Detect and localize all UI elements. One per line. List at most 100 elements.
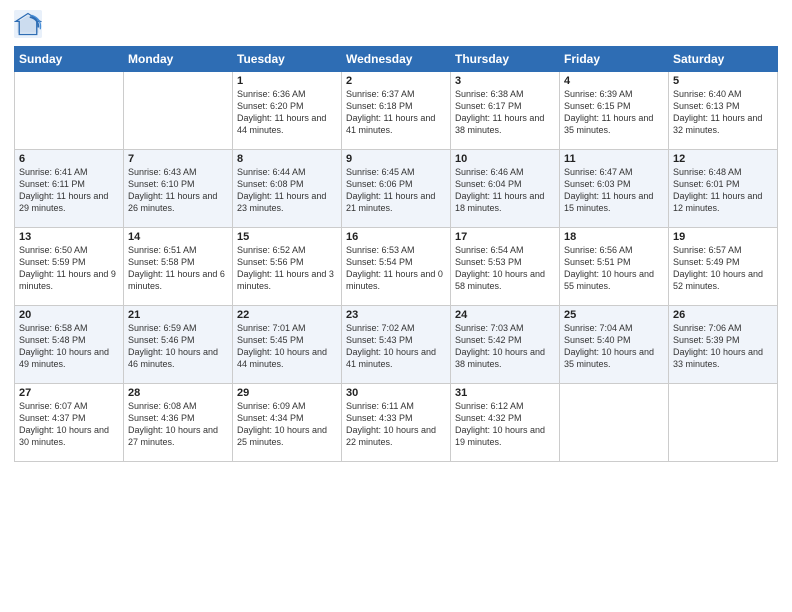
cell-info: Sunrise: 6:53 AM Sunset: 5:54 PM Dayligh… bbox=[346, 244, 446, 293]
day-number: 27 bbox=[19, 387, 119, 399]
cell-info: Sunrise: 6:54 AM Sunset: 5:53 PM Dayligh… bbox=[455, 244, 555, 293]
calendar-cell: 21Sunrise: 6:59 AM Sunset: 5:46 PM Dayli… bbox=[124, 306, 233, 384]
cell-info: Sunrise: 6:48 AM Sunset: 6:01 PM Dayligh… bbox=[673, 166, 773, 215]
cell-info: Sunrise: 6:44 AM Sunset: 6:08 PM Dayligh… bbox=[237, 166, 337, 215]
calendar-cell: 24Sunrise: 7:03 AM Sunset: 5:42 PM Dayli… bbox=[451, 306, 560, 384]
day-number: 31 bbox=[455, 387, 555, 399]
cell-info: Sunrise: 6:45 AM Sunset: 6:06 PM Dayligh… bbox=[346, 166, 446, 215]
day-number: 17 bbox=[455, 231, 555, 243]
weekday-header-friday: Friday bbox=[560, 47, 669, 72]
cell-info: Sunrise: 6:11 AM Sunset: 4:33 PM Dayligh… bbox=[346, 400, 446, 449]
weekday-header-tuesday: Tuesday bbox=[233, 47, 342, 72]
calendar-cell bbox=[124, 72, 233, 150]
logo bbox=[14, 10, 46, 38]
calendar-cell bbox=[669, 384, 778, 462]
cell-info: Sunrise: 6:37 AM Sunset: 6:18 PM Dayligh… bbox=[346, 88, 446, 137]
cell-info: Sunrise: 6:43 AM Sunset: 6:10 PM Dayligh… bbox=[128, 166, 228, 215]
day-number: 5 bbox=[673, 75, 773, 87]
calendar-cell: 19Sunrise: 6:57 AM Sunset: 5:49 PM Dayli… bbox=[669, 228, 778, 306]
cell-info: Sunrise: 6:12 AM Sunset: 4:32 PM Dayligh… bbox=[455, 400, 555, 449]
cell-info: Sunrise: 6:36 AM Sunset: 6:20 PM Dayligh… bbox=[237, 88, 337, 137]
day-number: 8 bbox=[237, 153, 337, 165]
weekday-header-saturday: Saturday bbox=[669, 47, 778, 72]
day-number: 15 bbox=[237, 231, 337, 243]
calendar-cell: 8Sunrise: 6:44 AM Sunset: 6:08 PM Daylig… bbox=[233, 150, 342, 228]
calendar-cell: 3Sunrise: 6:38 AM Sunset: 6:17 PM Daylig… bbox=[451, 72, 560, 150]
calendar-cell: 22Sunrise: 7:01 AM Sunset: 5:45 PM Dayli… bbox=[233, 306, 342, 384]
day-number: 9 bbox=[346, 153, 446, 165]
cell-info: Sunrise: 6:08 AM Sunset: 4:36 PM Dayligh… bbox=[128, 400, 228, 449]
day-number: 25 bbox=[564, 309, 664, 321]
day-number: 6 bbox=[19, 153, 119, 165]
calendar-cell: 20Sunrise: 6:58 AM Sunset: 5:48 PM Dayli… bbox=[15, 306, 124, 384]
day-number: 13 bbox=[19, 231, 119, 243]
weekday-header-thursday: Thursday bbox=[451, 47, 560, 72]
cell-info: Sunrise: 6:50 AM Sunset: 5:59 PM Dayligh… bbox=[19, 244, 119, 293]
calendar-cell: 27Sunrise: 6:07 AM Sunset: 4:37 PM Dayli… bbox=[15, 384, 124, 462]
day-number: 24 bbox=[455, 309, 555, 321]
day-number: 18 bbox=[564, 231, 664, 243]
cell-info: Sunrise: 7:06 AM Sunset: 5:39 PM Dayligh… bbox=[673, 322, 773, 371]
cell-info: Sunrise: 6:40 AM Sunset: 6:13 PM Dayligh… bbox=[673, 88, 773, 137]
day-number: 22 bbox=[237, 309, 337, 321]
calendar-cell: 1Sunrise: 6:36 AM Sunset: 6:20 PM Daylig… bbox=[233, 72, 342, 150]
calendar-cell: 15Sunrise: 6:52 AM Sunset: 5:56 PM Dayli… bbox=[233, 228, 342, 306]
calendar-cell: 4Sunrise: 6:39 AM Sunset: 6:15 PM Daylig… bbox=[560, 72, 669, 150]
day-number: 21 bbox=[128, 309, 228, 321]
logo-icon bbox=[14, 10, 42, 38]
calendar-cell: 17Sunrise: 6:54 AM Sunset: 5:53 PM Dayli… bbox=[451, 228, 560, 306]
cell-info: Sunrise: 6:07 AM Sunset: 4:37 PM Dayligh… bbox=[19, 400, 119, 449]
day-number: 26 bbox=[673, 309, 773, 321]
day-number: 10 bbox=[455, 153, 555, 165]
day-number: 2 bbox=[346, 75, 446, 87]
cell-info: Sunrise: 6:47 AM Sunset: 6:03 PM Dayligh… bbox=[564, 166, 664, 215]
calendar-cell: 26Sunrise: 7:06 AM Sunset: 5:39 PM Dayli… bbox=[669, 306, 778, 384]
weekday-header-monday: Monday bbox=[124, 47, 233, 72]
calendar-cell: 30Sunrise: 6:11 AM Sunset: 4:33 PM Dayli… bbox=[342, 384, 451, 462]
calendar-cell: 7Sunrise: 6:43 AM Sunset: 6:10 PM Daylig… bbox=[124, 150, 233, 228]
day-number: 12 bbox=[673, 153, 773, 165]
calendar-cell: 16Sunrise: 6:53 AM Sunset: 5:54 PM Dayli… bbox=[342, 228, 451, 306]
day-number: 7 bbox=[128, 153, 228, 165]
calendar-cell: 25Sunrise: 7:04 AM Sunset: 5:40 PM Dayli… bbox=[560, 306, 669, 384]
cell-info: Sunrise: 6:57 AM Sunset: 5:49 PM Dayligh… bbox=[673, 244, 773, 293]
cell-info: Sunrise: 6:59 AM Sunset: 5:46 PM Dayligh… bbox=[128, 322, 228, 371]
weekday-header-wednesday: Wednesday bbox=[342, 47, 451, 72]
day-number: 4 bbox=[564, 75, 664, 87]
day-number: 23 bbox=[346, 309, 446, 321]
cell-info: Sunrise: 6:52 AM Sunset: 5:56 PM Dayligh… bbox=[237, 244, 337, 293]
calendar-table: SundayMondayTuesdayWednesdayThursdayFrid… bbox=[14, 46, 778, 462]
cell-info: Sunrise: 7:03 AM Sunset: 5:42 PM Dayligh… bbox=[455, 322, 555, 371]
day-number: 3 bbox=[455, 75, 555, 87]
calendar-cell: 9Sunrise: 6:45 AM Sunset: 6:06 PM Daylig… bbox=[342, 150, 451, 228]
cell-info: Sunrise: 7:01 AM Sunset: 5:45 PM Dayligh… bbox=[237, 322, 337, 371]
day-number: 30 bbox=[346, 387, 446, 399]
day-number: 16 bbox=[346, 231, 446, 243]
calendar-cell: 5Sunrise: 6:40 AM Sunset: 6:13 PM Daylig… bbox=[669, 72, 778, 150]
calendar-cell: 14Sunrise: 6:51 AM Sunset: 5:58 PM Dayli… bbox=[124, 228, 233, 306]
calendar-cell bbox=[560, 384, 669, 462]
day-number: 11 bbox=[564, 153, 664, 165]
calendar-cell: 12Sunrise: 6:48 AM Sunset: 6:01 PM Dayli… bbox=[669, 150, 778, 228]
cell-info: Sunrise: 6:09 AM Sunset: 4:34 PM Dayligh… bbox=[237, 400, 337, 449]
calendar-cell: 13Sunrise: 6:50 AM Sunset: 5:59 PM Dayli… bbox=[15, 228, 124, 306]
day-number: 29 bbox=[237, 387, 337, 399]
cell-info: Sunrise: 6:39 AM Sunset: 6:15 PM Dayligh… bbox=[564, 88, 664, 137]
day-number: 19 bbox=[673, 231, 773, 243]
cell-info: Sunrise: 6:58 AM Sunset: 5:48 PM Dayligh… bbox=[19, 322, 119, 371]
weekday-header-sunday: Sunday bbox=[15, 47, 124, 72]
cell-info: Sunrise: 6:38 AM Sunset: 6:17 PM Dayligh… bbox=[455, 88, 555, 137]
calendar-cell: 18Sunrise: 6:56 AM Sunset: 5:51 PM Dayli… bbox=[560, 228, 669, 306]
calendar-cell: 11Sunrise: 6:47 AM Sunset: 6:03 PM Dayli… bbox=[560, 150, 669, 228]
day-number: 28 bbox=[128, 387, 228, 399]
calendar-cell: 29Sunrise: 6:09 AM Sunset: 4:34 PM Dayli… bbox=[233, 384, 342, 462]
calendar-cell: 6Sunrise: 6:41 AM Sunset: 6:11 PM Daylig… bbox=[15, 150, 124, 228]
cell-info: Sunrise: 7:02 AM Sunset: 5:43 PM Dayligh… bbox=[346, 322, 446, 371]
calendar-cell: 2Sunrise: 6:37 AM Sunset: 6:18 PM Daylig… bbox=[342, 72, 451, 150]
calendar-cell bbox=[15, 72, 124, 150]
calendar-cell: 23Sunrise: 7:02 AM Sunset: 5:43 PM Dayli… bbox=[342, 306, 451, 384]
cell-info: Sunrise: 6:51 AM Sunset: 5:58 PM Dayligh… bbox=[128, 244, 228, 293]
cell-info: Sunrise: 6:46 AM Sunset: 6:04 PM Dayligh… bbox=[455, 166, 555, 215]
calendar-cell: 10Sunrise: 6:46 AM Sunset: 6:04 PM Dayli… bbox=[451, 150, 560, 228]
cell-info: Sunrise: 6:41 AM Sunset: 6:11 PM Dayligh… bbox=[19, 166, 119, 215]
